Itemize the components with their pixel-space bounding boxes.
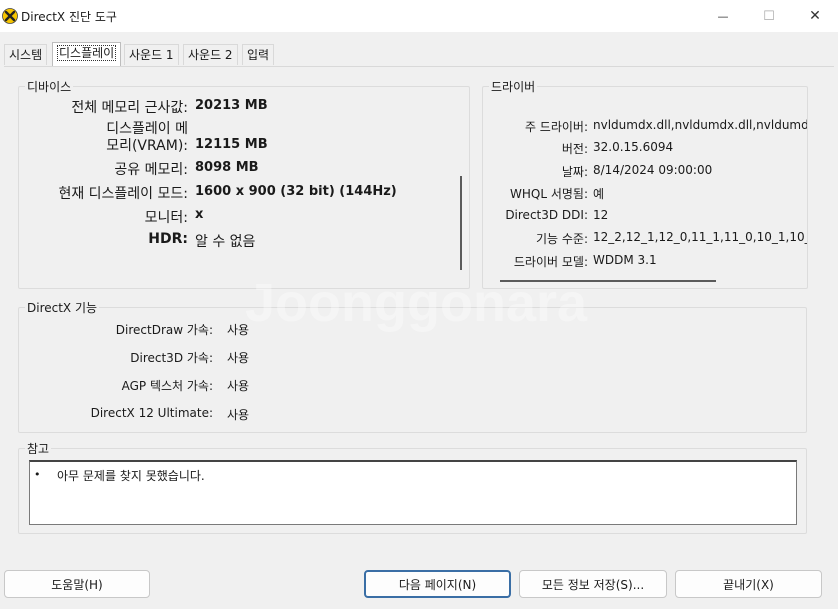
save-all-info-button[interactable]: 모든 정보 저장(S)...: [519, 570, 667, 598]
ddi-label: Direct3D DDI:: [505, 208, 588, 222]
directx-logo-icon: [2, 8, 18, 24]
feature-level-label: 기능 수준:: [535, 232, 588, 246]
help-button[interactable]: 도움말(H): [4, 570, 150, 598]
whql-value: 예: [593, 187, 605, 201]
direct3d-value: 사용: [227, 351, 250, 365]
agp-value: 사용: [227, 379, 250, 393]
driver-scrollbar[interactable]: [500, 280, 716, 282]
close-icon: ✕: [809, 8, 821, 24]
directx-features-title: DirectX 기능: [25, 299, 100, 316]
driver-group-title: 드라이버: [489, 78, 538, 95]
date-value: 8/14/2024 09:00:00: [593, 163, 713, 177]
monitor-label: 모니터:: [144, 210, 188, 226]
bullet-icon: •: [34, 468, 41, 481]
feature-level-value: 12_2,12_1,12_0,11_1,11_0,10_1,10_0,9_: [593, 230, 807, 244]
ddi-value: 12: [593, 208, 609, 222]
shared-memory-label: 공유 메모리:: [114, 162, 188, 178]
total-memory-value: 20213 MB: [195, 98, 268, 113]
next-page-button[interactable]: 다음 페이지(N): [364, 570, 511, 598]
version-value: 32.0.15.6094: [593, 140, 674, 154]
tab-display-label: 디스플레이: [57, 45, 117, 61]
title-bar: DirectX 진단 도구 — ☐ ✕: [0, 0, 838, 32]
tab-input[interactable]: 입력: [242, 44, 275, 65]
notes-textbox[interactable]: • 아무 문제를 찾지 못했습니다.: [29, 460, 797, 525]
driver-model-label: 드라이버 모델:: [513, 255, 588, 269]
tab-sound-1[interactable]: 사운드 1: [124, 44, 179, 65]
tab-system[interactable]: 시스템: [4, 44, 48, 65]
dx12-ultimate-value: 사용: [227, 408, 250, 422]
close-button[interactable]: ✕: [792, 0, 838, 32]
tab-sound-1-label: 사운드 1: [129, 48, 174, 62]
dx12-ultimate-label: DirectX 12 Ultimate:: [90, 406, 213, 420]
notes-title: 참고: [25, 440, 52, 457]
display-mode-label: 현재 디스플레이 모드:: [58, 186, 188, 202]
direct3d-label: Direct3D 가속:: [130, 351, 213, 365]
total-memory-label: 전체 메모리 근사값:: [71, 100, 188, 116]
vram-value: 12115 MB: [195, 137, 268, 152]
device-group-title: 디바이스: [25, 78, 74, 95]
vram-label-line-2: 모리(VRAM):: [106, 138, 188, 154]
driver-model-value: WDDM 3.1: [593, 253, 657, 267]
minimize-icon: —: [717, 9, 729, 23]
directdraw-value: 사용: [227, 323, 250, 337]
version-label: 버전:: [561, 142, 588, 156]
tab-display[interactable]: 디스플레이: [52, 42, 122, 66]
monitor-value: x: [195, 207, 204, 222]
whql-label: WHQL 서명됨:: [510, 187, 588, 201]
maximize-icon: ☐: [763, 8, 775, 24]
tab-sound-2-label: 사운드 2: [188, 48, 233, 62]
minimize-button[interactable]: —: [700, 0, 746, 32]
tab-system-label: 시스템: [9, 48, 43, 62]
display-mode-value: 1600 x 900 (32 bit) (144Hz): [195, 184, 397, 199]
main-driver-label: 주 드라이버:: [524, 120, 588, 134]
main-driver-value: nvldumdx.dll,nvldumdx.dll,nvldumdx.dll: [593, 118, 807, 132]
hdr-value: 알 수 없음: [195, 234, 256, 250]
window-title: DirectX 진단 도구: [21, 10, 117, 24]
hdr-label: HDR:: [148, 231, 188, 247]
directdraw-label: DirectDraw 가속:: [115, 323, 213, 337]
agp-label: AGP 텍스처 가속:: [121, 379, 213, 393]
notes-text: 아무 문제를 찾지 못했습니다.: [57, 469, 205, 483]
tab-sound-2[interactable]: 사운드 2: [183, 44, 238, 65]
tab-input-label: 입력: [247, 48, 270, 62]
maximize-button[interactable]: ☐: [746, 0, 792, 32]
date-label: 날짜:: [561, 165, 588, 179]
shared-memory-value: 8098 MB: [195, 160, 259, 175]
device-scrollbar[interactable]: [460, 176, 462, 270]
exit-button[interactable]: 끝내기(X): [675, 570, 822, 598]
